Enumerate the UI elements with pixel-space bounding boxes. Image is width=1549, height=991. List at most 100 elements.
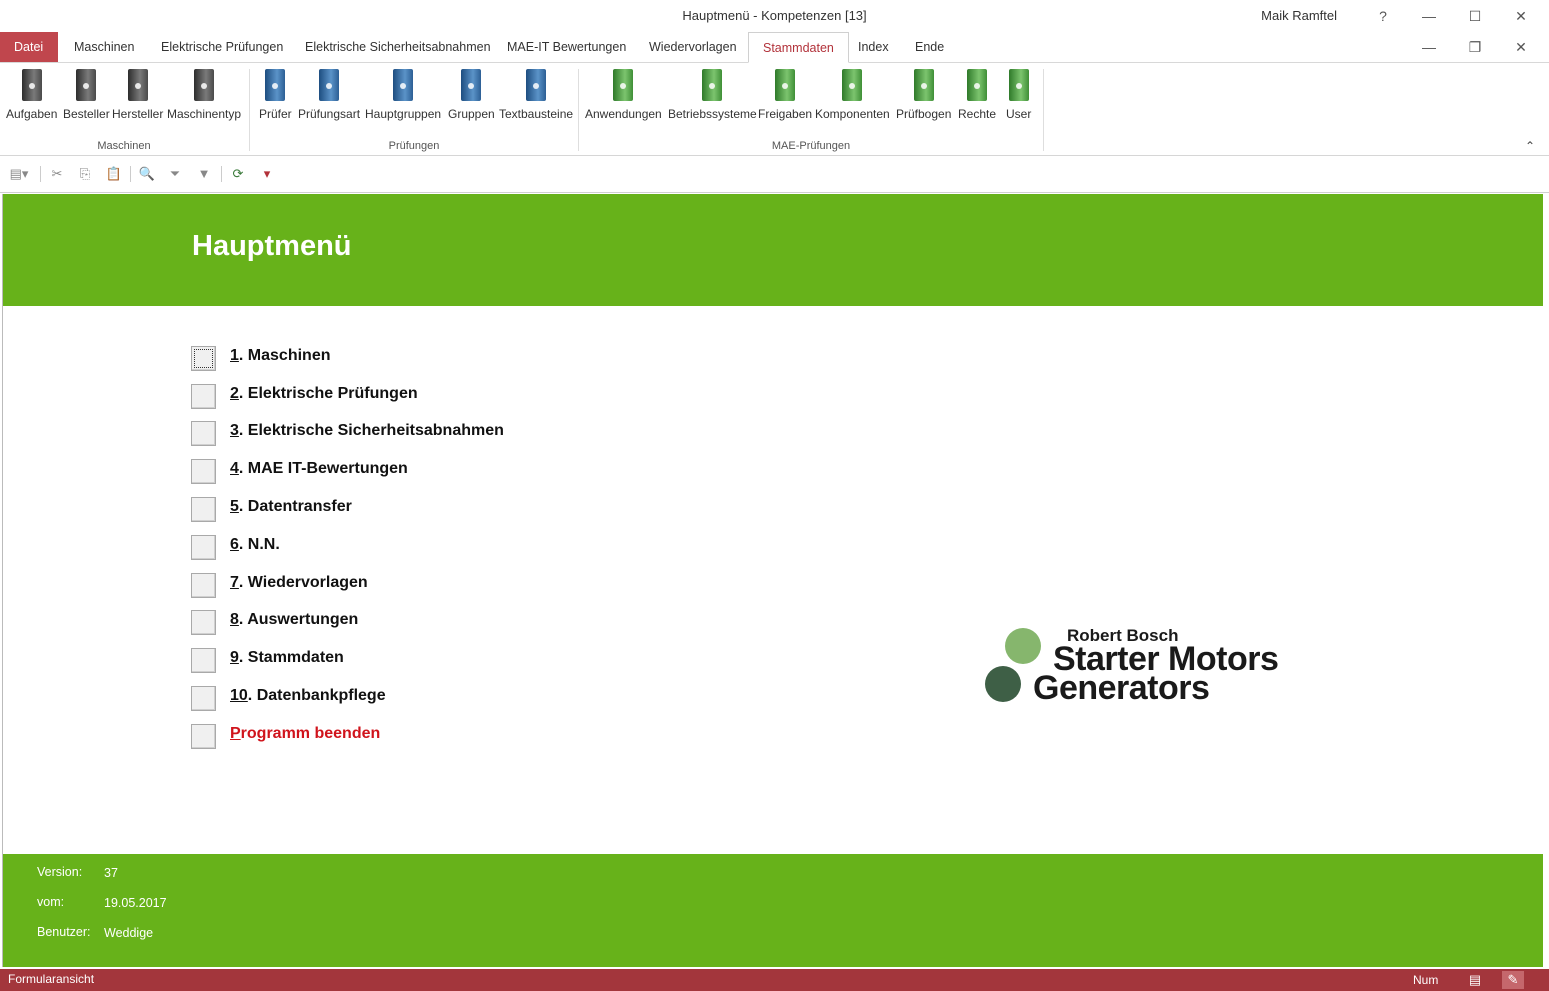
menu-label[interactable]: 9. Stammdaten <box>230 649 344 667</box>
form-title: Hauptmenü <box>192 230 352 262</box>
menu-label[interactable]: 5. Datentransfer <box>230 498 352 516</box>
toolbar-separator <box>130 166 131 182</box>
view-icon[interactable]: ▤▾ <box>4 165 34 183</box>
menu-button[interactable] <box>191 384 216 409</box>
customize-icon[interactable]: ▾ <box>258 165 276 183</box>
menu-label[interactable]: 2. Elektrische Prüfungen <box>230 385 418 403</box>
ribbon-separator <box>249 69 250 151</box>
binder-icon <box>393 69 414 101</box>
ribbon-button-aufgaben[interactable]: Aufgaben <box>6 67 57 121</box>
menu-label[interactable]: 8. Auswertungen <box>230 611 358 629</box>
menu-button[interactable] <box>191 610 216 635</box>
minimize-window-button[interactable]: — <box>1414 4 1444 28</box>
tab-wiedervorlagen[interactable]: Wiedervorlagen <box>635 32 751 62</box>
num-lock-indicator: Num <box>1413 973 1439 987</box>
user-name[interactable]: Maik Ramftel <box>1261 8 1337 23</box>
ribbon-label: User <box>1006 107 1032 121</box>
filter-toggle-icon[interactable]: ⏷ <box>166 165 184 183</box>
close-document-button[interactable]: ✕ <box>1506 34 1536 60</box>
menu-button[interactable] <box>191 724 216 749</box>
logo-circle-light <box>1005 628 1041 664</box>
binder-icon <box>842 69 863 101</box>
menu-label[interactable]: 1. Maschinen <box>230 347 330 365</box>
ribbon-button-hauptgruppen[interactable]: Hauptgruppen <box>365 67 441 121</box>
ribbon-button-anwendungen[interactable]: Anwendungen <box>585 67 662 121</box>
collapse-ribbon-icon[interactable]: ⌃ <box>1525 139 1535 153</box>
ribbon-button-gruppen[interactable]: Gruppen <box>448 67 495 121</box>
refresh-icon[interactable]: ⟳ <box>229 165 247 183</box>
ribbon-button-rechte[interactable]: Rechte <box>958 67 996 121</box>
toolbar-separator <box>40 166 41 182</box>
ribbon-label: Rechte <box>958 107 997 121</box>
menu-label[interactable]: 10. Datenbankpflege <box>230 687 386 705</box>
copy-icon[interactable]: ⎘ <box>76 165 94 183</box>
search-icon[interactable]: 🔍 <box>138 165 156 183</box>
status-view-name: Formularansicht <box>8 972 95 986</box>
tab-elektrische-pruefungen[interactable]: Elektrische Prüfungen <box>147 32 297 62</box>
ribbon-button-user[interactable]: User <box>1006 67 1031 121</box>
cut-icon[interactable]: ✂ <box>48 165 66 183</box>
tab-maschinen[interactable]: Maschinen <box>60 32 148 62</box>
binder-icon <box>461 69 482 101</box>
logo-line-3: Generators <box>1033 669 1210 707</box>
binder-icon <box>265 69 286 101</box>
binder-icon <box>967 69 988 101</box>
help-icon[interactable]: ? <box>1368 4 1398 28</box>
ribbon-button-hersteller[interactable]: Hersteller <box>112 67 163 121</box>
binder-icon <box>21 69 42 101</box>
paste-icon[interactable]: 📋 <box>105 165 123 183</box>
ribbon-button-maschinentyp[interactable]: Maschinentyp <box>167 67 241 121</box>
menu-label[interactable]: Programm beenden <box>230 725 380 743</box>
menu-label[interactable]: 4. MAE IT-Bewertungen <box>230 460 408 478</box>
tab-elektrische-sicherheitsabnahmen[interactable]: Elektrische Sicherheitsabnahmen <box>291 32 505 62</box>
ribbon-button-pruefer[interactable]: Prüfer <box>259 67 292 121</box>
binder-icon <box>702 69 723 101</box>
tab-stammdaten[interactable]: Stammdaten <box>748 32 849 63</box>
ribbon-label: Textbausteine <box>499 107 574 121</box>
ribbon-button-pruefungsart[interactable]: Prüfungsart <box>298 67 360 121</box>
tab-index[interactable]: Index <box>844 32 903 62</box>
ribbon-button-komponenten[interactable]: Komponenten <box>815 67 890 121</box>
ribbon-label: Maschinentyp <box>167 107 242 121</box>
menu-button[interactable] <box>191 686 216 711</box>
ribbon-group-label-mae-pruefungen: MAE-Prüfungen <box>771 140 851 152</box>
menu-label[interactable]: 3. Elektrische Sicherheitsabnahmen <box>230 422 504 440</box>
design-view-icon[interactable]: ✎ <box>1502 971 1524 989</box>
ribbon-button-besteller[interactable]: Besteller <box>63 67 110 121</box>
menu-button[interactable] <box>191 648 216 673</box>
menu-button[interactable] <box>191 346 216 371</box>
ribbon-button-pruefbogen[interactable]: Prüfbogen <box>896 67 951 121</box>
minimize-document-button[interactable]: — <box>1414 34 1444 60</box>
form-view-icon[interactable]: ▤ <box>1464 971 1486 989</box>
tab-mae-it-bewertungen[interactable]: MAE-IT Bewertungen <box>493 32 640 62</box>
menu-label[interactable]: 7. Wiedervorlagen <box>230 574 368 592</box>
user-label: Benutzer: <box>37 925 91 939</box>
menu-button[interactable] <box>191 421 216 446</box>
binder-icon <box>319 69 340 101</box>
ribbon-button-betriebssysteme[interactable]: Betriebssysteme <box>668 67 757 121</box>
menu-button[interactable] <box>191 573 216 598</box>
ribbon-label: Prüfer <box>259 107 292 121</box>
ribbon-label: Hersteller <box>112 107 164 121</box>
ribbon-separator <box>578 69 579 151</box>
ribbon-separator <box>1043 69 1044 151</box>
menu-button[interactable] <box>191 497 216 522</box>
maximize-window-button[interactable]: ☐ <box>1460 4 1490 28</box>
ribbon-button-freigaben[interactable]: Freigaben <box>758 67 812 121</box>
tab-datei[interactable]: Datei <box>0 32 58 62</box>
binder-icon <box>1008 69 1029 101</box>
quick-access-toolbar: ▤▾ ✂ ⎘ 📋 🔍 ⏷ ▼ ⟳ ▾ <box>0 156 1549 193</box>
close-window-button[interactable]: ✕ <box>1506 4 1536 28</box>
menu-button[interactable] <box>191 535 216 560</box>
menu-button[interactable] <box>191 459 216 484</box>
filter-icon[interactable]: ▼ <box>195 165 213 183</box>
menu-label[interactable]: 6. N.N. <box>230 536 280 554</box>
logo-circle-dark <box>985 666 1021 702</box>
binder-icon <box>194 69 215 101</box>
binder-icon <box>526 69 547 101</box>
user-value: Weddige <box>104 926 154 940</box>
binder-icon <box>913 69 934 101</box>
ribbon-button-textbausteine[interactable]: Textbausteine <box>499 67 573 121</box>
restore-document-button[interactable]: ❐ <box>1460 34 1490 60</box>
tab-ende[interactable]: Ende <box>901 32 958 62</box>
